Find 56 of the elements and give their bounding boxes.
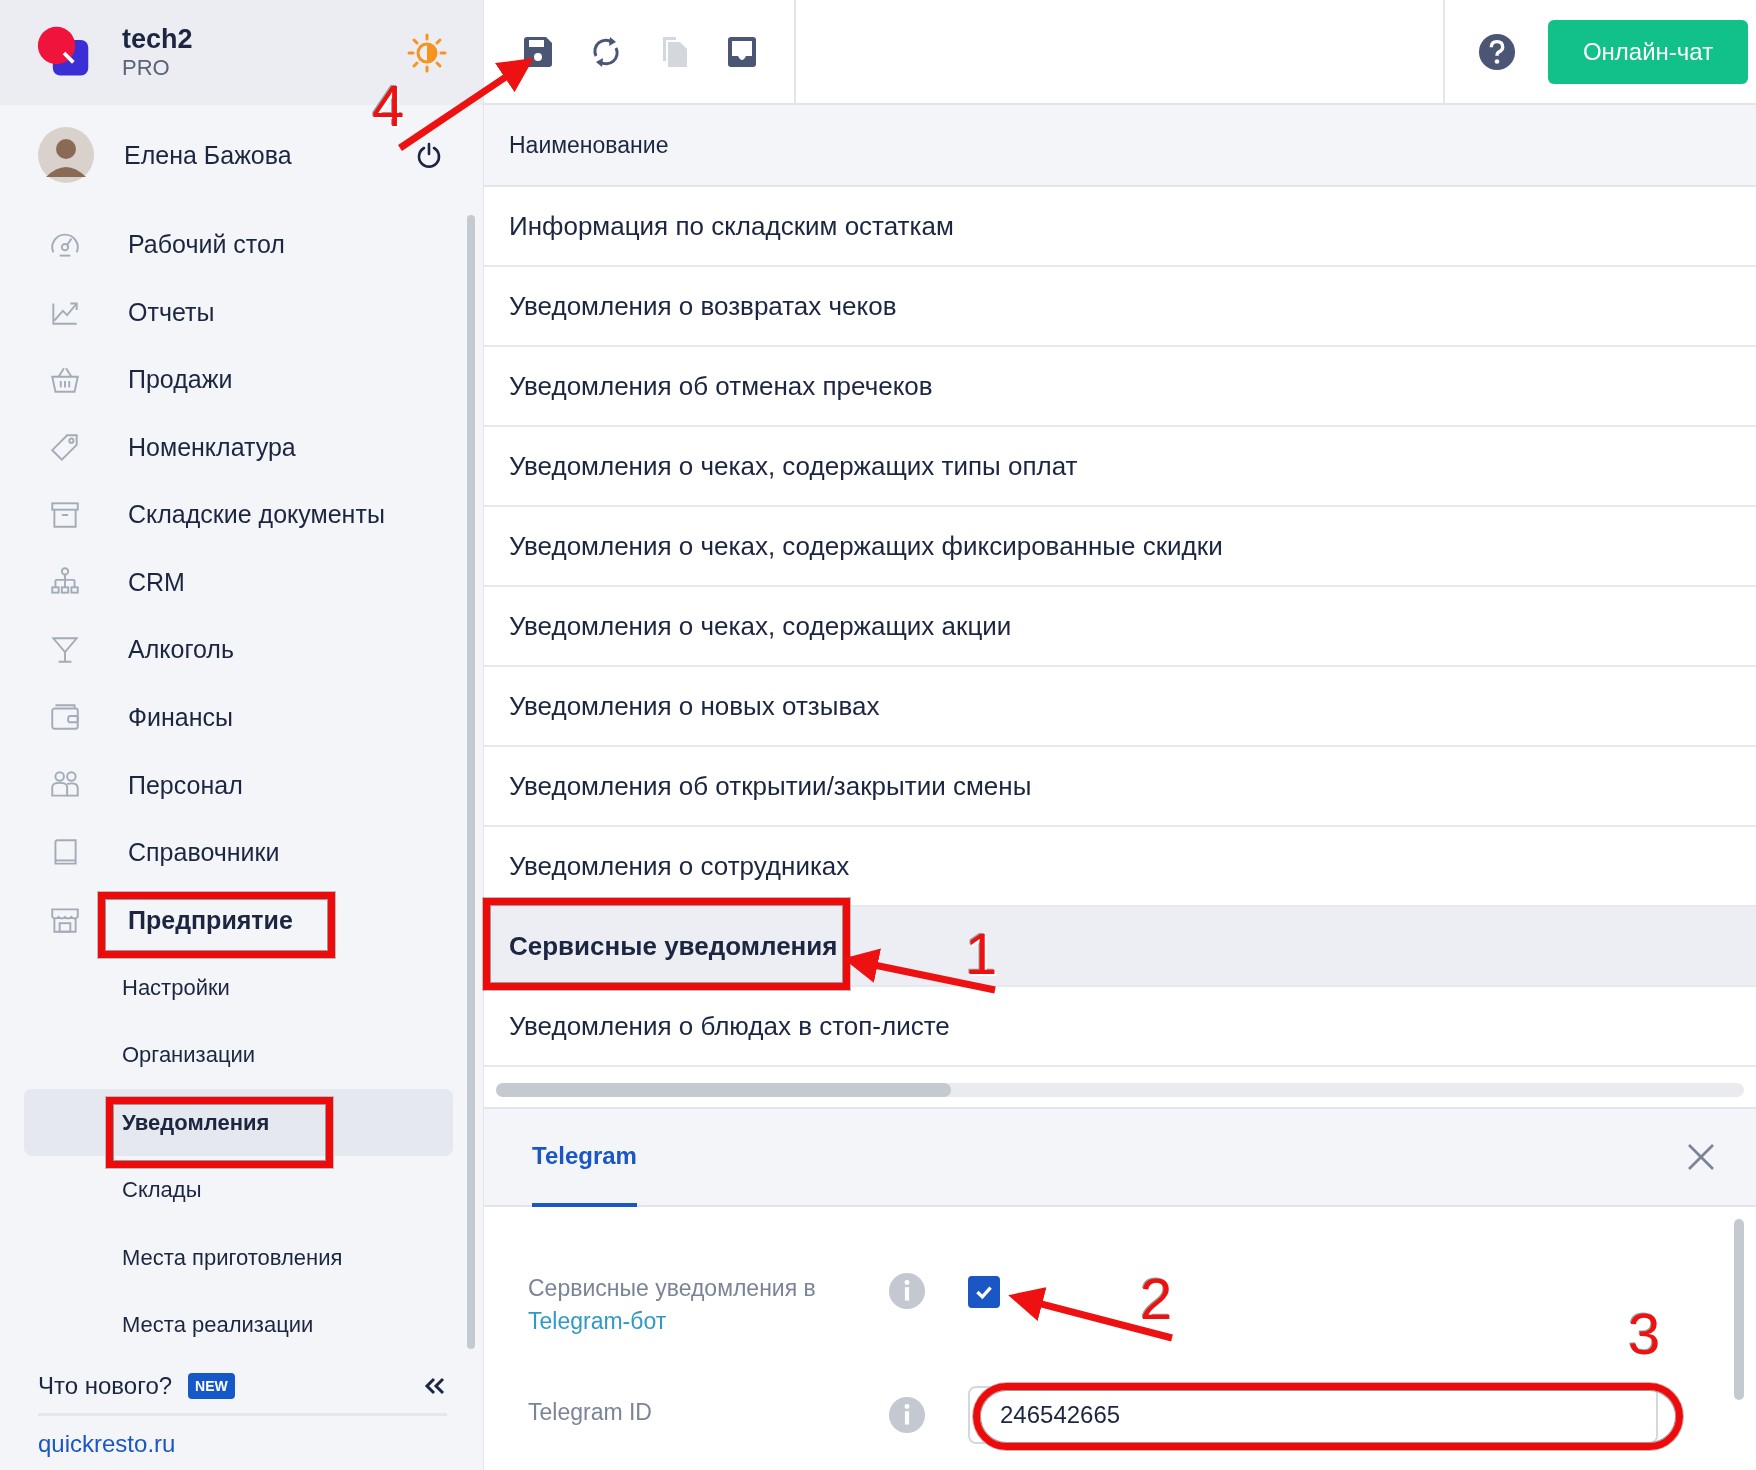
table-cell[interactable]: Сервисные уведомления <box>509 916 838 976</box>
scrollbar[interactable] <box>1734 1219 1744 1400</box>
nav-subitem-label: Склады <box>121 1176 203 1205</box>
nav-subitem-label: Места реализации <box>121 1311 315 1340</box>
nav-item[interactable]: Финансы <box>118 695 243 740</box>
table-cell[interactable]: Уведомления о чеках, содержащих акции <box>509 596 1012 656</box>
help-icon[interactable] <box>1478 32 1516 71</box>
whats-new-link[interactable]: Что нового? <box>38 1372 173 1400</box>
step-number: 1 <box>965 920 998 987</box>
nav-subitem-label: Настройки <box>121 973 231 1002</box>
table-cell[interactable]: Уведомления о чеках, содержащих типы оплат <box>509 436 1078 496</box>
scrollbar[interactable] <box>467 215 475 1349</box>
nav-item[interactable]: Номенклатура <box>118 424 306 470</box>
table-cell[interactable]: Уведомления о блюдах в стоп-листе <box>509 996 950 1056</box>
nav-subitem[interactable]: Места приготовления <box>24 1223 453 1292</box>
table-cell[interactable]: Уведомления о сотрудниках <box>509 836 850 896</box>
scrollbar-thumb[interactable] <box>496 1083 951 1097</box>
power-icon[interactable] <box>415 141 443 169</box>
table-cell[interactable]: Информация по складским остаткам <box>509 196 954 256</box>
table-cell[interactable]: Уведомления о возвратах чеков <box>509 276 897 336</box>
nav-subitem-label: Организации <box>121 1041 257 1070</box>
checkbox[interactable] <box>968 1276 1000 1308</box>
avatar <box>38 127 94 183</box>
nav-item[interactable]: Отчеты <box>118 289 225 335</box>
nav-item[interactable]: Справочники <box>118 830 290 876</box>
nav-subitem-label: Уведомления <box>121 1108 271 1137</box>
step-number: 4 <box>372 72 405 139</box>
nav-item[interactable]: Продажи <box>118 357 243 403</box>
close-icon[interactable] <box>1686 1142 1716 1172</box>
new-badge: NEW <box>188 1373 235 1399</box>
nav-item[interactable]: CRM <box>118 559 195 605</box>
site-link[interactable]: quickresto.ru <box>38 1430 176 1458</box>
nav-item[interactable]: Складские документы <box>118 492 395 538</box>
user-name: Елена Бажова <box>124 140 293 170</box>
table-cell[interactable]: Уведомления о новых отзывах <box>509 676 880 736</box>
plan-label: PRO <box>122 55 171 81</box>
nav-subitem[interactable]: Организации <box>24 1021 453 1089</box>
table-cell[interactable]: Уведомления об открытии/закрытии смены <box>509 756 1032 816</box>
field-label: Telegram ID <box>528 1398 653 1427</box>
account-name: tech2 <box>122 24 194 55</box>
nav-subitem[interactable]: Склады <box>24 1156 453 1224</box>
table-cell[interactable]: Уведомления об отменах пречеков <box>509 356 933 416</box>
nav-item[interactable]: Персонал <box>118 762 253 808</box>
nav-item[interactable]: Рабочий стол <box>118 222 295 268</box>
step-number: 3 <box>1628 1300 1661 1367</box>
theme-icon[interactable] <box>407 32 447 73</box>
field-label: Сервисные уведомления в <box>528 1274 817 1303</box>
nav-item[interactable]: Алкоголь <box>118 627 244 673</box>
step-number: 2 <box>1140 1265 1173 1332</box>
nav-subitem-label: Места приготовления <box>121 1243 344 1272</box>
column-header[interactable]: Наименование <box>484 105 1756 187</box>
nav-item[interactable]: Предприятие <box>118 897 303 943</box>
table-cell[interactable]: Уведомления о чеках, содержащих фиксированные скидки <box>509 516 1223 576</box>
tab[interactable]: Telegram <box>532 1109 637 1207</box>
nav-subitem[interactable]: Места реализации <box>24 1291 453 1359</box>
nav-subitem[interactable]: Настройки <box>24 953 453 1022</box>
